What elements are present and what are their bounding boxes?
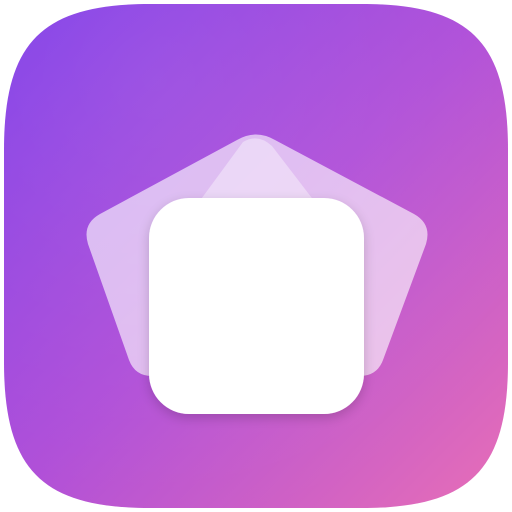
app-icon-canvas: [0, 0, 512, 512]
stacked-shapes-app-icon[interactable]: [0, 0, 512, 512]
front-rounded-square-shape: [149, 198, 364, 414]
